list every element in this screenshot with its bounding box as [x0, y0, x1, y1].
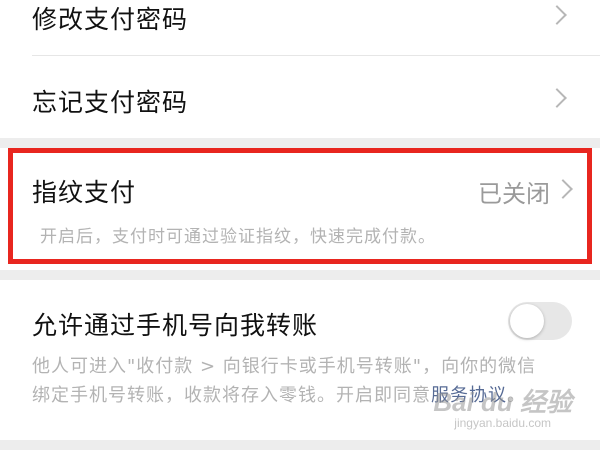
fingerprint-payment-card: 指纹支付 已关闭 开启后，支付时可通过验证指纹，快速完成付款。 — [0, 148, 600, 270]
chevron-right-icon — [553, 179, 573, 199]
fingerprint-payment-row[interactable]: 指纹支付 已关闭 开启后，支付时可通过验证指纹，快速完成付款。 — [0, 148, 600, 270]
watermark-main-text: Bai du 经验 — [433, 387, 572, 417]
change-password-row[interactable]: 修改支付密码 — [0, 0, 600, 55]
forgot-password-label: 忘记支付密码 — [32, 88, 189, 117]
change-password-label: 修改支付密码 — [32, 5, 189, 34]
fingerprint-payment-label: 指纹支付 — [32, 178, 137, 207]
phone-transfer-description-line1: 他人可进入"收付款 > 向银行卡或手机号转账"，向你的微信 — [32, 356, 537, 377]
bottom-spacer — [0, 440, 600, 450]
description-line2-prefix: 绑定手机号转账，收款将存入零钱。开启即同意 — [32, 385, 431, 406]
phone-transfer-label: 允许通过手机号向我转账 — [32, 311, 319, 340]
phone-transfer-toggle[interactable] — [508, 302, 572, 340]
password-settings-card: 修改支付密码 忘记支付密码 — [0, 0, 600, 138]
chevron-right-icon — [547, 5, 567, 25]
payment-settings-page: 修改支付密码 忘记支付密码 指纹支付 已关闭 开启后，支付时可通过验证指纹，快速… — [0, 0, 600, 450]
fingerprint-description: 开启后，支付时可通过验证指纹，快速完成付款。 — [40, 227, 436, 247]
watermark-sub-text: jingyan.baidu.com — [454, 416, 552, 430]
baidu-jingyan-watermark: Bai du 经验 jingyan.baidu.com — [433, 388, 572, 430]
forgot-password-row[interactable]: 忘记支付密码 — [0, 56, 600, 138]
fingerprint-status: 已关闭 — [478, 180, 550, 208]
toggle-knob — [510, 304, 544, 338]
chevron-right-icon — [547, 88, 567, 108]
